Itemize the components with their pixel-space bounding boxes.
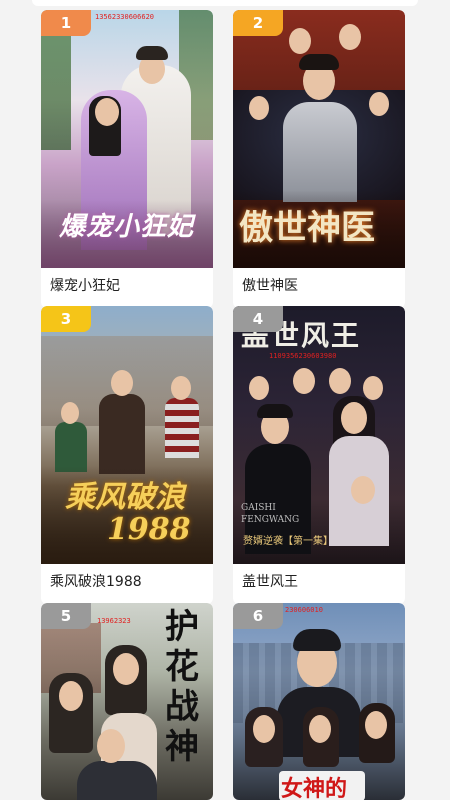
poster-title: 爆宠小狂妃 — [59, 212, 195, 242]
watermark: 1109356230603980 — [269, 352, 337, 360]
drama-ranking-grid: 1 13562330606620 爆宠小狂妃 爆宠小狂妃 2 傲世神医 傲世神医… — [0, 0, 450, 800]
drama-card-2[interactable]: 2 傲世神医 傲世神医 — [233, 10, 405, 308]
poster-image[interactable]: 4 盖世风王 1109356230603980 GAISHI FENGWANG … — [233, 306, 405, 564]
rank-badge: 1 — [41, 10, 91, 36]
poster-title: 乘风破浪 — [65, 480, 185, 515]
drama-title[interactable]: 盖世风王 — [233, 564, 405, 604]
drama-card-4[interactable]: 4 盖世风王 1109356230603980 GAISHI FENGWANG … — [233, 306, 405, 604]
poster-en-title: GAISHI FENGWANG — [241, 503, 300, 525]
rank-badge: 6 — [233, 603, 283, 629]
poster-title: 傲世神医 — [239, 208, 375, 248]
drama-card-1[interactable]: 1 13562330606620 爆宠小狂妃 爆宠小狂妃 — [41, 10, 213, 308]
rank-badge: 2 — [233, 10, 283, 36]
poster-title: 护花战神 — [165, 607, 199, 767]
drama-card-5[interactable]: 5 13962323 护花战神 — [41, 603, 213, 800]
top-bar — [32, 0, 418, 6]
drama-title[interactable]: 乘风破浪1988 — [41, 564, 213, 604]
poster-image[interactable]: 1 13562330606620 爆宠小狂妃 — [41, 10, 213, 268]
drama-card-3[interactable]: 3 乘风破浪 1988 乘风破浪1988 — [41, 306, 213, 604]
drama-card-6[interactable]: 6 230606010 女神的 — [233, 603, 405, 800]
drama-title[interactable]: 傲世神医 — [233, 268, 405, 308]
watermark: 13962323 — [97, 617, 131, 625]
rank-badge: 4 — [233, 306, 283, 332]
poster-image[interactable]: 3 乘风破浪 1988 — [41, 306, 213, 564]
watermark: 230606010 — [285, 606, 323, 614]
watermark: 13562330606620 — [95, 13, 155, 21]
poster-tag: 赘婿逆袭【第一集】 — [243, 536, 333, 547]
drama-title[interactable]: 爆宠小狂妃 — [41, 268, 213, 308]
poster-title: 女神的 — [281, 776, 348, 800]
poster-subtitle: 1988 — [107, 512, 191, 547]
poster-image[interactable]: 6 230606010 女神的 — [233, 603, 405, 800]
poster-image[interactable]: 5 13962323 护花战神 — [41, 603, 213, 800]
rank-badge: 3 — [41, 306, 91, 332]
rank-badge: 5 — [41, 603, 91, 629]
poster-image[interactable]: 2 傲世神医 — [233, 10, 405, 268]
